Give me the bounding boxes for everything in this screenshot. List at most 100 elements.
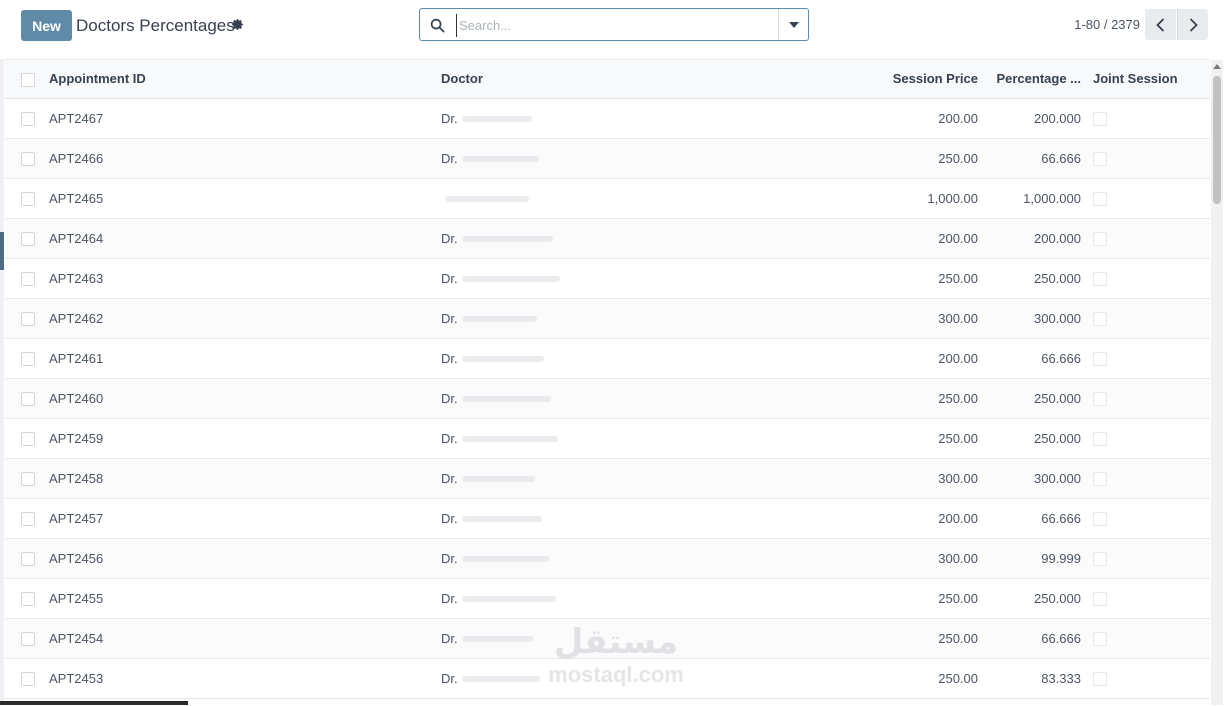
joint-session-checkbox[interactable]	[1093, 471, 1107, 486]
row-checkbox[interactable]	[21, 671, 35, 686]
cell-percentage: 99.999	[1041, 550, 1081, 566]
row-checkbox[interactable]	[21, 151, 35, 166]
cell-appointment-id: APT2461	[49, 350, 104, 366]
doctor-name: Dr.	[441, 270, 458, 286]
table-row[interactable]: APT2453 Dr. 250.00 83.333	[5, 658, 1210, 698]
pager-value[interactable]: 1-80 / 2379	[1060, 17, 1140, 32]
row-select-cell	[5, 498, 45, 538]
cell-doctor: Dr.	[437, 138, 849, 178]
row-checkbox[interactable]	[21, 631, 35, 646]
doctor-name: Dr.	[441, 310, 458, 326]
joint-session-checkbox[interactable]	[1093, 111, 1107, 126]
cell-appointment-id: APT2463	[49, 270, 104, 286]
redacted-name	[461, 116, 532, 123]
cell-appointment-id: APT2466	[49, 150, 104, 166]
cell-joint-session	[1085, 378, 1210, 418]
joint-session-checkbox[interactable]	[1093, 151, 1107, 166]
row-checkbox[interactable]	[21, 191, 35, 206]
row-checkbox[interactable]	[21, 351, 35, 366]
pager-next-button[interactable]	[1177, 9, 1208, 40]
chevron-right-icon	[1189, 17, 1198, 32]
joint-session-checkbox[interactable]	[1093, 311, 1107, 326]
row-select-cell	[5, 298, 45, 338]
gear-icon[interactable]	[231, 18, 244, 31]
table-row[interactable]: APT2459 Dr. 250.00 250.000	[5, 418, 1210, 458]
search-input[interactable]	[456, 14, 781, 37]
chevron-left-icon	[1156, 17, 1165, 32]
cell-appointment-id: APT2456	[49, 550, 104, 566]
row-checkbox[interactable]	[21, 511, 35, 526]
cell-joint-session	[1085, 218, 1210, 258]
redacted-name	[461, 396, 551, 403]
cell-session-price: 250.00	[938, 670, 978, 686]
column-header-joint-session[interactable]: Joint Session	[1085, 60, 1210, 99]
joint-session-checkbox[interactable]	[1093, 631, 1107, 646]
row-select-cell	[5, 98, 45, 138]
column-header-doctor[interactable]: Doctor	[437, 60, 849, 99]
cell-appointment-id: APT2457	[49, 510, 104, 526]
column-header-percentage[interactable]: Percentage ...	[982, 60, 1085, 99]
joint-session-checkbox[interactable]	[1093, 191, 1107, 206]
doctor-name: Dr.	[441, 230, 458, 246]
redacted-name	[461, 156, 539, 163]
scroll-up-arrow[interactable]	[1213, 64, 1221, 69]
row-checkbox[interactable]	[21, 471, 35, 486]
table-row[interactable]: APT2465 1,000.00 1,000.000	[5, 178, 1210, 218]
select-all-checkbox[interactable]	[21, 72, 35, 87]
scrollbar-thumb[interactable]	[1213, 76, 1221, 204]
new-button[interactable]: New	[21, 10, 72, 41]
left-edge-mark	[0, 232, 4, 270]
pager-previous-button[interactable]	[1145, 9, 1176, 40]
joint-session-checkbox[interactable]	[1093, 511, 1107, 526]
joint-session-checkbox[interactable]	[1093, 671, 1107, 686]
redacted-name	[461, 276, 560, 283]
table-row[interactable]: APT2460 Dr. 250.00 250.000	[5, 378, 1210, 418]
table-row[interactable]: APT2464 Dr. 200.00 200.000	[5, 218, 1210, 258]
joint-session-checkbox[interactable]	[1093, 231, 1107, 246]
table-row[interactable]: APT2455 Dr. 250.00 250.000	[5, 578, 1210, 618]
column-header-session-price[interactable]: Session Price	[849, 60, 982, 99]
row-checkbox[interactable]	[21, 271, 35, 286]
cell-appointment-id: APT2467	[49, 110, 104, 126]
cell-joint-session	[1085, 458, 1210, 498]
joint-session-checkbox[interactable]	[1093, 551, 1107, 566]
table-row[interactable]: APT2466 Dr. 250.00 66.666	[5, 138, 1210, 178]
table-row[interactable]: APT2458 Dr. 300.00 300.000	[5, 458, 1210, 498]
cell-percentage: 200.000	[1034, 230, 1081, 246]
joint-session-checkbox[interactable]	[1093, 271, 1107, 286]
table-row[interactable]: APT2461 Dr. 200.00 66.666	[5, 338, 1210, 378]
joint-session-checkbox[interactable]	[1093, 431, 1107, 446]
table-header-row: Appointment ID Doctor Session Price Perc…	[5, 60, 1210, 99]
row-checkbox[interactable]	[21, 431, 35, 446]
joint-session-checkbox[interactable]	[1093, 591, 1107, 606]
left-edge	[0, 0, 4, 705]
row-checkbox[interactable]	[21, 311, 35, 326]
cell-doctor: Dr.	[437, 218, 849, 258]
table-row[interactable]: APT2457 Dr. 200.00 66.666	[5, 498, 1210, 538]
row-checkbox[interactable]	[21, 551, 35, 566]
row-select-cell	[5, 258, 45, 298]
joint-session-checkbox[interactable]	[1093, 391, 1107, 406]
table-row[interactable]: APT2456 Dr. 300.00 99.999	[5, 538, 1210, 578]
row-checkbox[interactable]	[21, 391, 35, 406]
cell-doctor: Dr.	[437, 538, 849, 578]
table-row[interactable]: APT2467 Dr. 200.00 200.000	[5, 98, 1210, 138]
column-header-appointment-id[interactable]: Appointment ID	[45, 60, 437, 99]
row-checkbox[interactable]	[21, 231, 35, 246]
caret-down-icon	[788, 21, 799, 28]
search-options-toggle[interactable]	[778, 9, 808, 40]
cell-joint-session	[1085, 578, 1210, 618]
doctor-name: Dr.	[441, 510, 458, 526]
table-row[interactable]: APT2463 Dr. 250.00 250.000	[5, 258, 1210, 298]
table-row[interactable]: APT2462 Dr. 300.00 300.000	[5, 298, 1210, 338]
row-select-cell	[5, 178, 45, 218]
doctor-name: Dr.	[441, 390, 458, 406]
table-row[interactable]: APT2454 Dr. 250.00 66.666	[5, 618, 1210, 658]
scrollbar[interactable]	[1211, 60, 1223, 705]
row-checkbox[interactable]	[21, 111, 35, 126]
doctor-name: Dr.	[441, 430, 458, 446]
cell-session-price: 300.00	[938, 310, 978, 326]
joint-session-checkbox[interactable]	[1093, 351, 1107, 366]
row-checkbox[interactable]	[21, 591, 35, 606]
cell-joint-session	[1085, 498, 1210, 538]
